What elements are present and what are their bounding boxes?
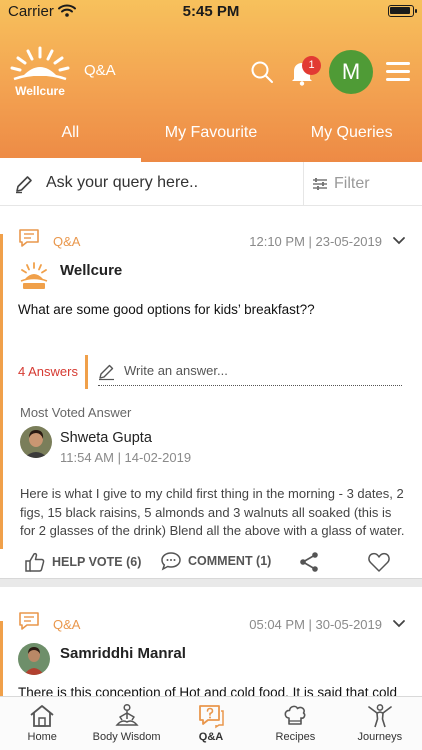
answer-actions: HELP VOTE (6) COMMENT (1) — [0, 551, 422, 579]
thumbs-up-icon — [25, 552, 45, 572]
help-vote-label: HELP VOTE (6) — [52, 555, 142, 569]
answer-bar: 4 Answers Write an answer... — [0, 355, 422, 391]
answer-input-underline — [98, 385, 402, 386]
journey-icon — [368, 704, 392, 728]
sun-logo-icon — [10, 46, 70, 81]
chat-bubble-icon — [19, 229, 39, 247]
pencil-icon — [99, 364, 114, 381]
write-answer-input[interactable]: Write an answer... — [124, 363, 228, 378]
answers-divider — [85, 355, 88, 389]
brand-logo[interactable]: Wellcure — [8, 44, 72, 98]
most-voted-label: Most Voted Answer — [20, 405, 132, 420]
tabbar-body-wisdom-label: Body Wisdom — [92, 731, 161, 743]
chat-bubble-icon — [19, 612, 39, 630]
app-screen: Carrier 5:45 PM Wellcure Q&A 1 M All My … — [0, 0, 422, 750]
brand-name: Wellcure — [15, 84, 65, 98]
answers-count[interactable]: 4 Answers — [18, 364, 78, 379]
home-icon — [30, 705, 54, 727]
chevron-down-icon[interactable] — [392, 619, 406, 629]
status-bar: Carrier 5:45 PM — [0, 0, 422, 24]
comment-button[interactable]: COMMENT (1) — [160, 551, 271, 571]
wellcure-avatar-icon — [20, 262, 48, 289]
tabbar-qa[interactable]: Q&A — [169, 697, 253, 750]
card-accent-bar — [0, 621, 3, 696]
post-author: Samriddhi Manral — [60, 645, 186, 662]
meditation-icon — [115, 703, 139, 726]
post-category: Q&A — [53, 234, 81, 249]
search-icon[interactable] — [250, 60, 274, 84]
answer-text[interactable]: Here is what I give to my child first th… — [20, 485, 410, 543]
tab-my-queries[interactable]: My Queries — [281, 112, 422, 162]
tab-my-favourite[interactable]: My Favourite — [141, 112, 282, 162]
filter-tabs: All My Favourite My Queries — [0, 112, 422, 162]
post-datetime: 05:04 PM | 30-05-2019 — [249, 617, 382, 632]
tabbar-qa-label: Q&A — [198, 731, 224, 743]
qa-icon — [199, 705, 224, 729]
answer-author: Shweta Gupta — [60, 430, 152, 446]
bottom-tab-bar: Home Body Wisdom Q&A Recipes Journeys — [0, 696, 422, 750]
card-gap — [0, 587, 422, 607]
filter-label: Filter — [334, 175, 370, 192]
ask-query-input[interactable]: Ask your query here.. — [46, 174, 198, 192]
navigation-bar: Wellcure Q&A 1 M — [0, 38, 422, 104]
answer-author-photo[interactable] — [20, 426, 52, 458]
comment-label: COMMENT (1) — [188, 554, 272, 568]
filter-button[interactable]: Filter — [303, 162, 422, 206]
question-text[interactable]: What are some good options for kids’ bre… — [18, 302, 408, 317]
status-time: 5:45 PM — [182, 3, 240, 20]
tabbar-body-wisdom[interactable]: Body Wisdom — [84, 697, 168, 750]
tabbar-recipes[interactable]: Recipes — [253, 697, 337, 750]
chevron-down-icon[interactable] — [392, 236, 406, 246]
query-bar: Ask your query here.. Filter — [0, 162, 422, 206]
pencil-icon — [16, 176, 32, 194]
tab-all[interactable]: All — [0, 112, 141, 162]
user-avatar[interactable]: M — [329, 50, 373, 94]
header-gradient: Carrier 5:45 PM Wellcure Q&A 1 M All My … — [0, 0, 422, 162]
card-separator — [0, 578, 422, 587]
chef-hat-icon — [284, 705, 306, 725]
page-title: Q&A — [84, 62, 116, 79]
tabbar-home[interactable]: Home — [0, 697, 84, 750]
question-card: Q&A 05:04 PM | 30-05-2019 Samriddhi Manr… — [0, 607, 422, 696]
answer-datetime: 11:54 AM | 14-02-2019 — [60, 450, 192, 465]
author-photo[interactable] — [18, 643, 50, 675]
tabbar-journeys[interactable]: Journeys — [338, 697, 422, 750]
tabbar-journeys-label: Journeys — [357, 731, 403, 743]
heart-icon[interactable] — [367, 551, 391, 573]
filter-sliders-icon — [313, 178, 327, 190]
help-vote-button[interactable]: HELP VOTE (6) — [24, 551, 141, 573]
notification-badge: 1 — [302, 56, 321, 75]
comment-icon — [161, 552, 181, 571]
battery-icon — [388, 5, 417, 17]
tabbar-recipes-label: Recipes — [275, 731, 316, 743]
share-icon[interactable] — [298, 551, 320, 573]
feed-list: Q&A 12:10 PM | 23-05-2019 Wellcure What … — [0, 206, 422, 696]
question-card: Q&A 12:10 PM | 23-05-2019 Wellcure What … — [0, 206, 422, 578]
post-datetime: 12:10 PM | 23-05-2019 — [249, 234, 382, 249]
tabbar-home-label: Home — [27, 731, 57, 743]
post-category: Q&A — [53, 617, 81, 632]
post-author: Wellcure — [60, 262, 123, 279]
question-text[interactable]: There is this conception of Hot and cold… — [18, 685, 408, 696]
card-accent-bar — [0, 234, 3, 549]
hamburger-menu-icon[interactable] — [386, 62, 410, 82]
